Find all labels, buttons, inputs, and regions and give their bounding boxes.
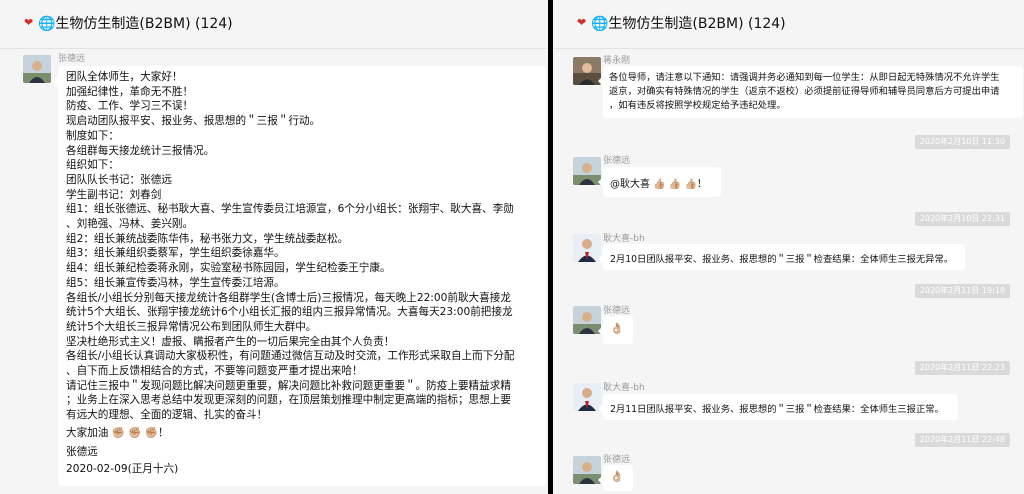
message-bubble[interactable]: 2月11日团队报平安、报业务、报思想的＂三报＂检查结果：全体师生三报正常。: [598, 394, 958, 420]
avatar[interactable]: [573, 57, 601, 85]
message-line: ；业务上在深入思考总结中发现更深刻的问题，在顶层策划推理中制定更高端的指标；思想…: [66, 394, 511, 407]
message-line: 各组长/小组长认真调动大家极积性，有问题通过微信互动及时交流，工作形式采取自上而…: [66, 350, 515, 363]
avatar[interactable]: [573, 383, 601, 411]
message-line: 学生副书记：刘春剑: [66, 188, 162, 201]
user-avatar-icon: [573, 157, 601, 185]
message-bubble[interactable]: 团队全体师生，大家好！ 加强纪律性，革命无不胜！ 防疫、工作、学习三不误！ 现启…: [53, 66, 546, 486]
message-line: 各组长/小组长分别每天接龙统计各组群学生(含博士后)三报情况，每天晚上22:00…: [66, 291, 511, 304]
message-closing-line: 大家加油 ✊🏼 ✊🏼 ✊🏼！: [66, 423, 515, 443]
chat-header: ❤ 🌐生物仿生制造(B2BM) (124): [553, 0, 1024, 49]
avatar[interactable]: [573, 157, 601, 185]
timestamp: 2020年2月11日 22:48: [914, 433, 1010, 447]
message-line: 组2：组长兼统战委陈华伟，秘书张力文，学生统战委赵松。: [66, 232, 349, 245]
message-line: 组3：组长兼组织委蔡军，学生组织委徐嘉华。: [66, 247, 285, 260]
message-bubble[interactable]: 👌🏼: [598, 316, 633, 344]
message-text: 2月11日团队报平安、报业务、报思想的＂三报＂检查结果：全体师生三报正常。: [610, 404, 944, 415]
message-line: 各位导师，请注意以下通知：请强调并务必通知到每一位学生：从即日起无特殊情况不允许…: [609, 72, 1000, 83]
message-bubble[interactable]: @耿大喜 👍🏼 👍🏼 👍🏼！: [598, 167, 721, 197]
user-avatar-icon: [23, 55, 51, 83]
avatar[interactable]: [573, 306, 601, 334]
sender-name: 张德远: [603, 306, 631, 316]
message-line: 加强纪律性，革命无不胜！: [66, 85, 194, 98]
chat-window-right: ❤ 🌐生物仿生制造(B2BM) (124) 蒋永刚 各位导师，请注意以下通知：请…: [553, 0, 1024, 494]
timestamp: 2020年2月11日 19:18: [914, 284, 1010, 298]
heart-icon: ❤: [24, 16, 34, 29]
message-line: 请记住三报中＂发现问题比解决问题更重要，解决问题比补救问题更重要＂。防疫上要精益…: [66, 379, 511, 392]
chat-title: 🌐生物仿生制造(B2BM) (124): [591, 16, 786, 32]
avatar[interactable]: [573, 456, 601, 484]
avatar[interactable]: [23, 55, 51, 83]
sender-name: 耿大喜-bh: [603, 234, 645, 244]
timestamp: 2020年2月10日 11:30: [914, 135, 1010, 149]
message-bubble[interactable]: 👌🏼: [598, 465, 633, 491]
message-line: 组织如下：: [66, 159, 119, 172]
chat-header: ❤ 🌐生物仿生制造(B2BM) (124): [0, 0, 548, 49]
message-line: 、自下而上反馈相结合的方式，不要等问题变严重才提出来哈！: [66, 365, 363, 378]
ok-hand-icon: 👌🏼: [610, 470, 624, 483]
message-signature: 张德远: [66, 445, 98, 458]
message-date: 2020-02-09(正月十六): [66, 462, 179, 475]
sender-name: 蒋永刚: [603, 56, 631, 66]
message-text: 各位导师，请注意以下通知：请强调并务必通知到每一位学生：从即日起无特殊情况不允许…: [609, 71, 999, 113]
timestamp: 2020年2月11日 22:23: [914, 361, 1010, 375]
message-line: 有远大的理想、全面的逻辑、扎实的奋斗！: [66, 409, 268, 422]
sender-name: 张德远: [58, 54, 86, 64]
message-line: 统计5个大组长、张翔宇接龙统计6个小组长汇报的组内三报异常情况。大喜每天23:0…: [66, 306, 513, 319]
message-bubble[interactable]: 2月10日团队报平安、报业务、报思想的＂三报＂检查结果：全体师生三报无异常。: [598, 244, 965, 270]
message-line: ，如有违反将按照学校规定给予违纪处理。: [609, 100, 786, 111]
ok-hand-icon: 👌🏼: [610, 322, 624, 335]
message-line: 返京，对确实有特殊情况的学生（返京不返校）必须提前征得导师和辅导员同意后方可提出…: [609, 86, 1000, 97]
user-avatar-icon: [573, 57, 601, 85]
message-line: 统计5个大组长三报异常情况公布到团队师生大群中。: [66, 320, 317, 333]
message-closing: 大家加油: [66, 426, 109, 439]
message-text: 团队全体师生，大家好！ 加强纪律性，革命无不胜！ 防疫、工作、学习三不误！ 现启…: [66, 70, 515, 477]
message-bubble[interactable]: 各位导师，请注意以下通知：请强调并务必通知到每一位学生：从即日起无特殊情况不允许…: [598, 66, 1023, 118]
user-avatar-icon: [573, 456, 601, 484]
chat-title: 🌐生物仿生制造(B2BM) (124): [38, 16, 233, 32]
message-line: 防疫、工作、学习三不误！: [66, 100, 194, 113]
message-line: 坚决杜绝形式主义！虚报、瞒报者产生的一切后果完全由其个人负责！: [66, 335, 395, 348]
message-line: 团队全体师生，大家好！: [66, 71, 183, 83]
avatar[interactable]: [573, 234, 601, 262]
message-text: 2月10日团队报平安、报业务、报思想的＂三报＂检查结果：全体师生三报无异常。: [610, 254, 954, 265]
chat-window-left: ❤ 🌐生物仿生制造(B2BM) (124) 张德远 团队全体师生，大家好！ 加强…: [0, 0, 548, 494]
user-avatar-icon: [573, 234, 601, 262]
sender-name: 张德远: [603, 156, 631, 166]
message-line: 制度如下：: [66, 129, 119, 142]
user-avatar-icon: [573, 306, 601, 334]
sender-name: 张德远: [603, 455, 631, 465]
message-line: 组4：组长兼纪检委蒋永刚，实验室秘书陈园园，学生纪检委王宁康。: [66, 262, 391, 275]
sender-name: 耿大喜-bh: [603, 383, 645, 393]
heart-icon: ❤: [577, 16, 587, 29]
message-text: @耿大喜 👍🏼 👍🏼 👍🏼！: [610, 179, 707, 190]
message-line: 、刘艳强、冯林、姜兴刚。: [66, 218, 194, 231]
message-line: 各组群每天接龙统计三报情况。: [66, 144, 215, 157]
message-line: 现启动团队报平安、报业务、报思想的＂三报＂行动。: [66, 115, 321, 128]
user-avatar-icon: [573, 383, 601, 411]
message-line: 组5：组长兼宣传委冯林，学生宣传委江培源。: [66, 276, 285, 289]
message-line: 团队队长书记：张德远: [66, 173, 172, 186]
message-line: 组1：组长张德远、秘书耿大喜、学生宣传委员江培源宣，6个分小组长：张翔宇、耿大喜…: [66, 203, 514, 216]
timestamp: 2020年2月10日 22:31: [914, 212, 1010, 226]
fist-emoji-icon: ✊🏼 ✊🏼 ✊🏼！: [111, 426, 169, 439]
